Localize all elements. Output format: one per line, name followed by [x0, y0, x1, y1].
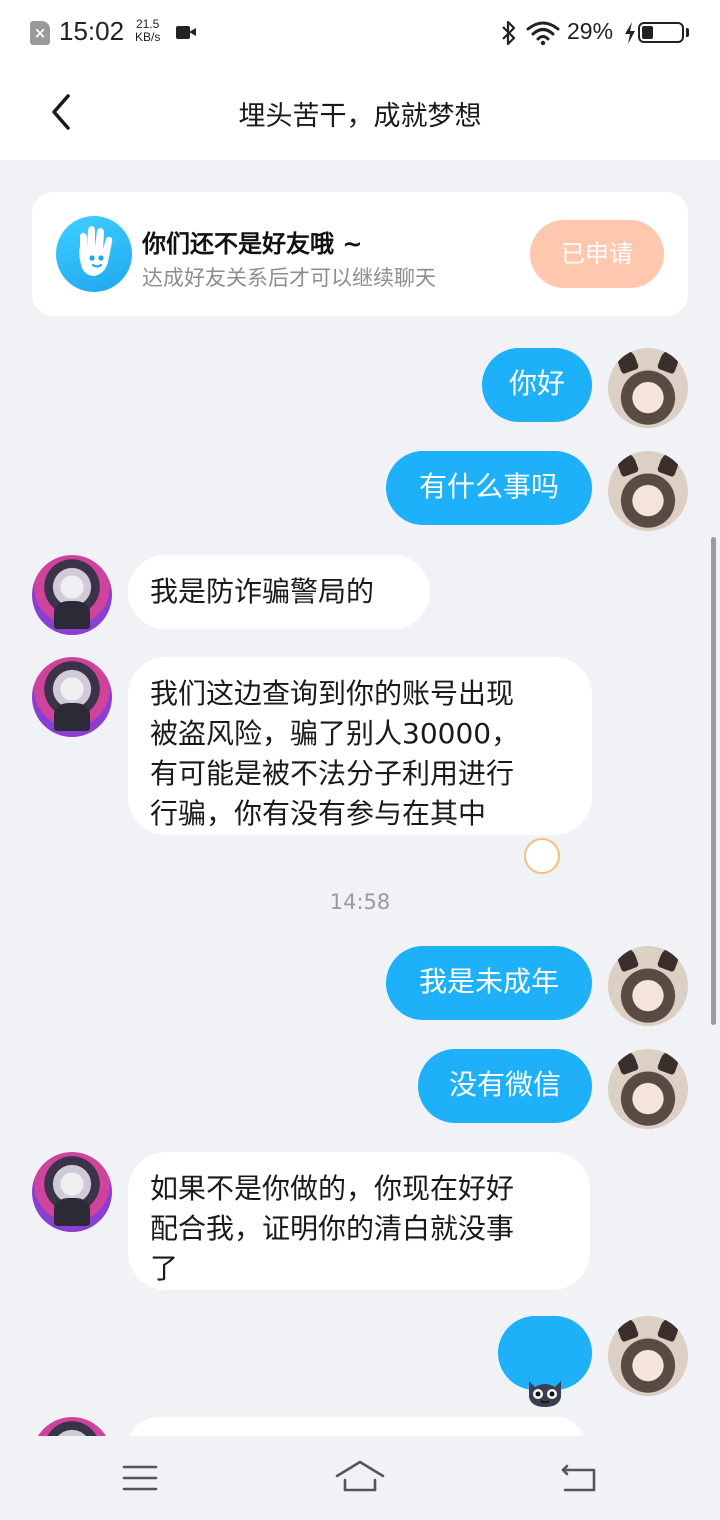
- message-row: 你好: [0, 348, 720, 428]
- status-time: 15:02: [59, 16, 125, 46]
- message-row: 我是未成年: [0, 946, 720, 1026]
- message-row: 我们这边查询到你的账号出现 被盗风险，骗了别人30000， 有可能是被不法分子利…: [0, 657, 720, 837]
- message-select-circle[interactable]: [524, 838, 560, 874]
- system-back-button[interactable]: [549, 1456, 609, 1500]
- friend-notice-title: 你们还不是好友哦 ~: [142, 230, 363, 258]
- contact-avatar[interactable]: [32, 657, 112, 737]
- friend-notice-card: 你们还不是好友哦 ~ 达成好友关系后才可以继续聊天 已申请: [32, 192, 688, 316]
- video-icon: [176, 26, 196, 39]
- my-avatar[interactable]: [608, 451, 688, 531]
- wifi-icon: [526, 21, 560, 46]
- message-row: 我是防诈骗警局的: [0, 555, 720, 635]
- cat-face-sticker: [529, 1381, 561, 1407]
- contact-avatar[interactable]: [32, 1152, 112, 1232]
- system-nav-bar: [0, 1436, 720, 1520]
- network-speed-unit: KB/s: [135, 30, 161, 44]
- home-icon: [335, 1460, 385, 1492]
- my-sticker-bubble[interactable]: [498, 1316, 592, 1407]
- back-icon: [561, 1464, 596, 1492]
- contact-message-bubble[interactable]: 我们这边查询到你的账号出现 被盗风险，骗了别人30000， 有可能是被不法分子利…: [128, 657, 592, 835]
- battery-icon: [638, 22, 684, 43]
- my-avatar[interactable]: [608, 348, 688, 428]
- menu-button[interactable]: [110, 1456, 170, 1500]
- network-speed: 21.5 KB/s: [135, 18, 160, 44]
- friend-notice-subtitle: 达成好友关系后才可以继续聊天: [142, 266, 436, 290]
- sim-error-icon: [30, 21, 50, 45]
- my-avatar[interactable]: [608, 946, 688, 1026]
- chat-header: 埋头苦干，成就梦想: [0, 64, 720, 160]
- page-title: 埋头苦干，成就梦想: [238, 101, 482, 132]
- battery-level: [642, 26, 653, 39]
- home-button[interactable]: [330, 1456, 390, 1500]
- bluetooth-icon: [502, 20, 516, 46]
- my-avatar[interactable]: [608, 1049, 688, 1129]
- my-message-bubble[interactable]: 有什么事吗: [386, 451, 592, 525]
- my-avatar[interactable]: [608, 1316, 688, 1396]
- waving-hand-icon: [56, 216, 132, 292]
- my-message-bubble[interactable]: 我是未成年: [386, 946, 592, 1020]
- message-row: 有什么事吗: [0, 451, 720, 531]
- charging-icon: [625, 22, 635, 44]
- contact-message-bubble[interactable]: 如果不是你做的，你现在好好 配合我，证明你的清白就没事 了: [128, 1152, 590, 1290]
- contact-avatar[interactable]: [32, 555, 112, 635]
- chat-scrollbar[interactable]: [711, 537, 716, 1025]
- message-row: 如果不是你做的，你现在好好 配合我，证明你的清白就没事 了: [0, 1152, 720, 1292]
- applied-button[interactable]: 已申请: [530, 220, 664, 288]
- message-row: 没有微信: [0, 1049, 720, 1129]
- my-message-bubble[interactable]: 没有微信: [418, 1049, 592, 1123]
- status-bar: 15:02 21.5 KB/s 29%: [0, 0, 720, 64]
- chat-timestamp: 14:58: [329, 890, 391, 914]
- battery-percent: 29%: [567, 18, 614, 44]
- battery-tip: [686, 28, 689, 37]
- my-message-bubble[interactable]: 你好: [482, 348, 592, 422]
- menu-icon: [122, 1465, 158, 1491]
- contact-message-bubble[interactable]: 我是防诈骗警局的: [128, 555, 430, 629]
- message-row: [0, 1316, 720, 1407]
